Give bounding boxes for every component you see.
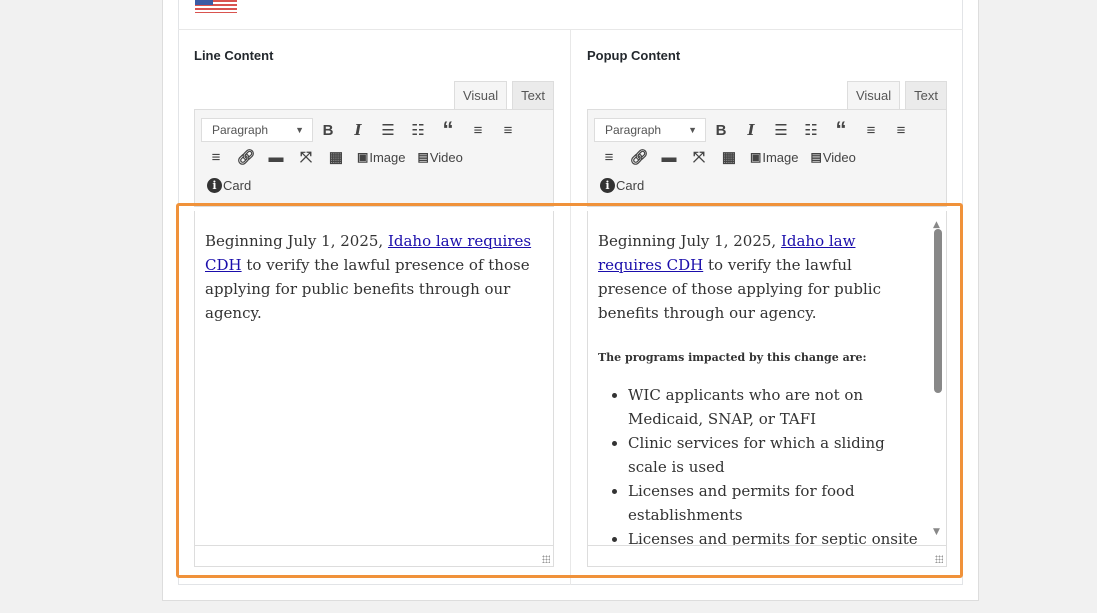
italic-icon[interactable]: I [343, 121, 373, 139]
italic-icon[interactable]: I [736, 121, 766, 139]
blockquote-icon[interactable]: “ [433, 119, 463, 141]
toolbar-toggle-icon[interactable]: ▦ [714, 148, 744, 166]
card-button[interactable]: i Card [594, 178, 650, 193]
editor-toolbar: Paragraph B I ☰ ☷ “ ≡ ≡ ≡ 🔗︎ ▬ ⤧ ▦ ▣Imag… [587, 109, 947, 207]
us-flag-icon [195, 0, 237, 13]
image-button[interactable]: ▣ Image [744, 150, 804, 165]
video-icon: ▤ [417, 150, 429, 164]
image-icon: ▣ [357, 150, 369, 164]
field-label: Popup Content [587, 48, 681, 63]
column-divider [570, 30, 571, 585]
editor-content[interactable]: Beginning July 1, 2025, Idaho law requir… [194, 211, 554, 546]
info-icon: i [600, 178, 615, 193]
list-item: Licenses and permits for septic onsite [628, 527, 920, 545]
numbered-list-icon[interactable]: ☷ [403, 121, 433, 139]
tab-visual[interactable]: Visual [453, 81, 508, 110]
fullscreen-icon[interactable]: ⤧ [291, 149, 321, 166]
format-select[interactable]: Paragraph [201, 118, 313, 142]
programs-heading: The programs impacted by this change are… [598, 351, 867, 364]
video-button[interactable]: ▤ Video [411, 150, 468, 165]
numbered-list-icon[interactable]: ☷ [796, 121, 826, 139]
card-button[interactable]: i Card [201, 178, 257, 193]
blockquote-icon[interactable]: “ [826, 119, 856, 141]
image-icon: ▣ [750, 150, 762, 164]
programs-list: WIC applicants who are not on Medicaid, … [598, 383, 920, 545]
align-right-icon[interactable]: ≡ [594, 149, 624, 166]
toolbar-toggle-icon[interactable]: ▦ [321, 148, 351, 166]
align-center-icon[interactable]: ≡ [493, 122, 523, 139]
tab-text[interactable]: Text [512, 81, 554, 109]
link-icon[interactable]: 🔗︎ [624, 148, 654, 166]
scrollbar[interactable]: ▲ ▼ [930, 211, 946, 545]
intro-paragraph: Beginning July 1, 2025, Idaho law requir… [205, 232, 532, 322]
read-more-icon[interactable]: ▬ [654, 149, 684, 166]
rich-text-editor: Visual Text Paragraph B I ☰ ☷ “ ≡ ≡ ≡ 🔗︎… [194, 81, 554, 567]
bold-icon[interactable]: B [313, 122, 343, 139]
format-select[interactable]: Paragraph [594, 118, 706, 142]
editor-toolbar: Paragraph B I ☰ ☷ “ ≡ ≡ ≡ 🔗︎ ▬ ⤧ ▦ ▣Imag… [194, 109, 554, 207]
scrollbar-thumb[interactable] [934, 229, 942, 393]
resize-handle[interactable] [542, 555, 550, 563]
read-more-icon[interactable]: ▬ [261, 149, 291, 166]
resize-handle[interactable] [935, 555, 943, 563]
rich-text-editor: Visual Text Paragraph B I ☰ ☷ “ ≡ ≡ ≡ 🔗︎… [587, 81, 947, 567]
align-center-icon[interactable]: ≡ [886, 122, 916, 139]
bold-icon[interactable]: B [706, 122, 736, 139]
list-item: Licenses and permits for food establishm… [628, 479, 920, 527]
intro-paragraph: Beginning July 1, 2025, Idaho law requir… [598, 232, 881, 322]
bullet-list-icon[interactable]: ☰ [373, 121, 403, 139]
tab-text[interactable]: Text [905, 81, 947, 109]
editor-statusbar [194, 545, 554, 567]
align-left-icon[interactable]: ≡ [463, 122, 493, 139]
tab-visual[interactable]: Visual [846, 81, 901, 110]
align-left-icon[interactable]: ≡ [856, 122, 886, 139]
scroll-down-icon[interactable]: ▼ [933, 520, 940, 544]
link-icon[interactable]: 🔗︎ [231, 148, 261, 166]
fullscreen-icon[interactable]: ⤧ [684, 149, 714, 166]
list-item: WIC applicants who are not on Medicaid, … [628, 383, 920, 431]
editor-statusbar [587, 545, 947, 567]
image-button[interactable]: ▣ Image [351, 150, 411, 165]
editor-content[interactable]: Beginning July 1, 2025, Idaho law requir… [587, 211, 947, 546]
list-item: Clinic services for which a sliding scal… [628, 431, 920, 479]
bullet-list-icon[interactable]: ☰ [766, 121, 796, 139]
video-icon: ▤ [810, 150, 822, 164]
video-button[interactable]: ▤ Video [804, 150, 861, 165]
info-icon: i [207, 178, 222, 193]
field-label: Line Content [194, 48, 274, 63]
align-right-icon[interactable]: ≡ [201, 149, 231, 166]
